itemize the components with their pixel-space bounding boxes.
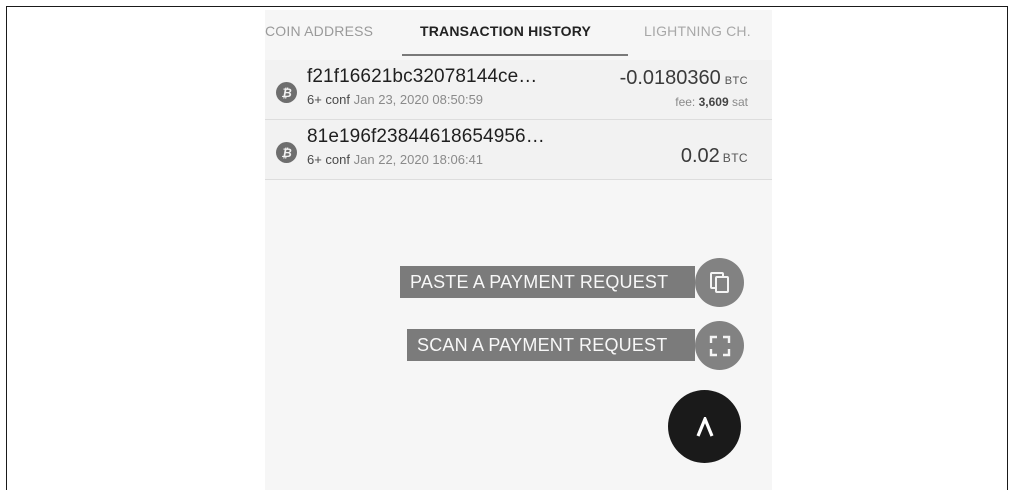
transaction-id: f21f16621bc32078144ce… bbox=[307, 66, 538, 87]
scan-payment-request-label[interactable]: SCAN A PAYMENT REQUEST bbox=[407, 329, 695, 361]
bitcoin-icon: ₿ bbox=[276, 142, 297, 163]
tab-transaction-history[interactable]: TRANSACTION HISTORY bbox=[420, 23, 591, 39]
fee-value: 3,609 bbox=[698, 95, 729, 109]
fee-prefix: fee: bbox=[675, 95, 696, 109]
transaction-fee: fee: 3,609 sat bbox=[675, 95, 748, 109]
transaction-id: 81e196f23844618654956… bbox=[307, 126, 545, 147]
transaction-date: Jan 23, 2020 08:50:59 bbox=[353, 92, 484, 107]
bitcoin-icon: ₿ bbox=[276, 82, 297, 103]
paste-payment-request-label[interactable]: PASTE A PAYMENT REQUEST bbox=[400, 266, 695, 298]
transaction-meta: 6+ conf Jan 23, 2020 08:50:59 bbox=[307, 92, 483, 107]
transaction-row[interactable]: ₿ 81e196f23844618654956… 6+ conf Jan 22,… bbox=[265, 120, 772, 180]
chevron-up-icon bbox=[696, 416, 713, 437]
transaction-date: Jan 22, 2020 18:06:41 bbox=[353, 152, 484, 167]
main-action-button[interactable] bbox=[668, 390, 741, 463]
transaction-row[interactable]: ₿ f21f16621bc32078144ce… 6+ conf Jan 23,… bbox=[265, 60, 772, 120]
scan-payment-request-button[interactable] bbox=[695, 321, 744, 370]
amount-value: -0.0180360 bbox=[619, 67, 721, 89]
confirmation-count: 6+ conf bbox=[307, 92, 351, 107]
tab-lightning-channels[interactable]: LIGHTNING CH. bbox=[644, 23, 751, 39]
scan-frame-icon bbox=[709, 335, 730, 356]
paste-payment-request-button[interactable] bbox=[695, 258, 744, 307]
tab-coin-address[interactable]: COIN ADDRESS bbox=[265, 23, 373, 39]
amount-unit: BTC bbox=[722, 151, 748, 165]
confirmation-count: 6+ conf bbox=[307, 152, 351, 167]
amount-unit: BTC bbox=[724, 75, 748, 87]
copy-icon bbox=[709, 271, 729, 293]
amount-value: 0.02 bbox=[680, 145, 720, 167]
transaction-amount: 0.02 BTC bbox=[681, 145, 748, 168]
fee-unit: sat bbox=[731, 95, 748, 109]
transaction-amount: -0.0180360 BTC bbox=[620, 67, 748, 90]
tab-bar: COIN ADDRESS TRANSACTION HISTORY LIGHTNI… bbox=[265, 10, 772, 56]
transaction-meta: 6+ conf Jan 22, 2020 18:06:41 bbox=[307, 152, 483, 167]
wallet-screen: COIN ADDRESS TRANSACTION HISTORY LIGHTNI… bbox=[265, 10, 772, 490]
active-tab-indicator bbox=[402, 54, 628, 56]
